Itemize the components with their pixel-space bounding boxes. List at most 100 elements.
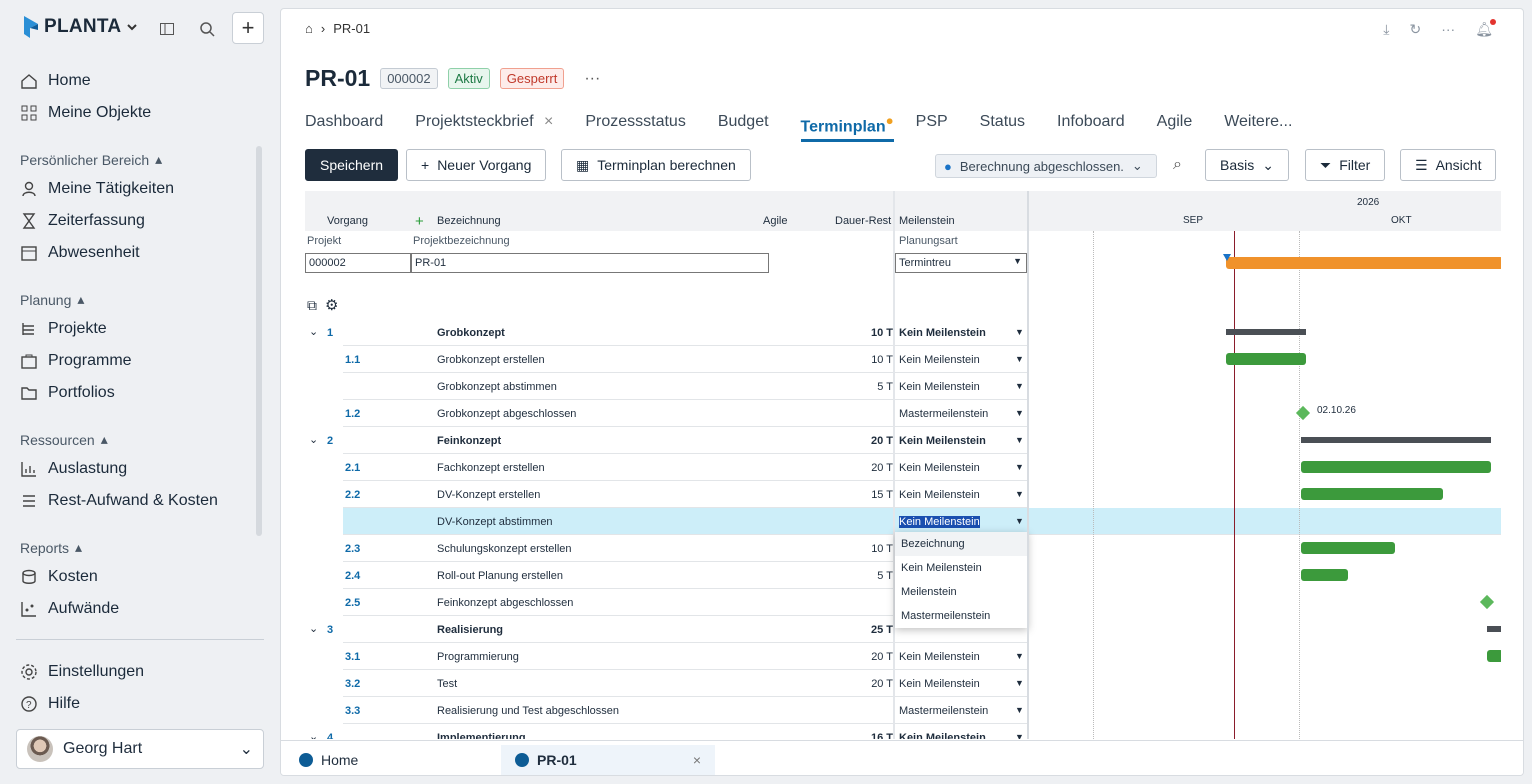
view-button[interactable]: ☰ Ansicht [1400,149,1497,181]
table-row[interactable]: 3.1 Programmierung 20 T Kein Meilenstein ▼ [343,643,1027,670]
col-dauer[interactable]: Dauer-Rest [835,215,891,227]
table-row[interactable]: ⌄ 2 Feinkonzept 20 T Kein Meilenstein ▼ [309,427,1027,454]
copy-icon[interactable]: ⧉ [307,297,317,314]
caret-down-icon[interactable]: ▼ [1015,489,1024,499]
nav-einstellungen[interactable]: Einstellungen [20,658,144,686]
close-icon[interactable]: × [544,113,553,130]
nav-auslastung[interactable]: Auslastung [20,455,127,483]
table-row[interactable]: 1.1 Grobkonzept erstellen 10 T Kein Meilens… [343,346,1027,373]
nav-meine-objekte[interactable]: Meine Objekte [20,99,151,127]
caret-down-icon[interactable]: ▼ [1015,705,1024,715]
save-button[interactable]: Speichern [305,149,399,181]
task-bar[interactable] [1301,461,1491,473]
home-icon[interactable]: ⌂ [305,21,313,36]
collapse-icon[interactable]: ⌄ [309,622,318,635]
bell-icon[interactable]: 🔔︎ [1475,19,1496,38]
option-meilenstein[interactable]: Meilenstein [895,580,1028,604]
task-bar[interactable] [1301,542,1395,554]
calc-status[interactable]: ● Berechnung abgeschlossen. ⌄ [935,154,1157,178]
sidebar-toggle-icon[interactable] [152,14,182,44]
caret-down-icon[interactable]: ▼ [1015,678,1024,688]
table-row[interactable]: ⌄ 4 Implementierung 16 T Kein Meilenstein ▼ [309,724,1027,739]
col-bezeichnung[interactable]: Bezeichnung [437,215,501,227]
refresh-icon[interactable]: ↻ [1409,21,1421,38]
caret-down-icon[interactable]: ▼ [1015,516,1024,526]
bottom-tab-home[interactable]: Home [285,745,372,775]
nav-projekte[interactable]: Projekte [20,315,107,343]
caret-down-icon[interactable]: ▼ [1015,651,1024,661]
new-task-button[interactable]: + Neuer Vorgang [406,149,547,181]
collapse-icon[interactable]: ⌄ [309,433,318,446]
caret-down-icon[interactable]: ▼ [1015,327,1024,337]
task-bar[interactable] [1301,569,1348,581]
task-bar[interactable] [1301,488,1443,500]
table-row[interactable]: ⌄ 1 Grobkonzept 10 T Kein Meilenstein ▼ [309,319,1027,346]
nav-abwesenheit[interactable]: Abwesenheit [20,239,140,267]
section-planung[interactable]: Planung ▴ [20,291,84,308]
projekt-field[interactable]: 000002 [305,253,411,273]
table-row[interactable]: 2.1 Fachkonzept erstellen 20 T Kein Meilens… [343,454,1027,481]
tab-budget[interactable]: Budget [718,113,769,142]
tab-projektsteckbrief[interactable]: Projektsteckbrief × [415,113,553,142]
collapse-icon[interactable]: ⌄ [309,325,318,338]
tab-agile[interactable]: Agile [1157,113,1193,142]
user-menu[interactable]: Georg Hart ⌄ [16,729,264,769]
table-row[interactable]: Grobkonzept abstimmen 5 T Kein Meilenstein… [343,373,1027,400]
option-kein-meilenstein[interactable]: Kein Meilenstein [895,556,1028,580]
more-icon[interactable]: ··· [584,70,600,88]
calculate-button[interactable]: ▦ Terminplan berechnen [561,149,751,181]
caret-down-icon[interactable]: ▼ [1015,408,1024,418]
table-row[interactable]: 3.3 Realisierung und Test abgeschlossen Ma… [343,697,1027,724]
search-icon[interactable]: ⌕ [1173,156,1182,174]
milestone-marker[interactable] [1479,594,1495,610]
caret-down-icon[interactable]: ▼ [1015,462,1024,472]
create-button[interactable]: + [232,12,264,44]
close-icon[interactable]: × [693,752,701,768]
bottom-tab-pr01[interactable]: PR-01 × [501,745,715,775]
col-vorgang[interactable]: Vorgang [327,215,368,227]
nav-rest-aufwand[interactable]: Rest-Aufwand & Kosten [20,487,218,515]
section-persoenlich[interactable]: Persönlicher Bereich ▴ [20,151,162,168]
caret-down-icon[interactable]: ▼ [1015,381,1024,391]
summary-bar[interactable] [1487,626,1501,632]
project-bar[interactable] [1226,257,1501,269]
breadcrumb-current[interactable]: PR-01 [333,21,370,36]
tab-infoboard[interactable]: Infoboard [1057,113,1125,142]
section-ressourcen[interactable]: Ressourcen ▴ [20,431,108,448]
tab-prozessstatus[interactable]: Prozessstatus [585,113,685,142]
settings-icon[interactable]: ⚙ [325,296,338,314]
projektbezeichnung-field[interactable]: PR-01 [411,253,769,273]
nav-portfolios[interactable]: Portfolios [20,379,115,407]
tab-dashboard[interactable]: Dashboard [305,113,383,142]
table-row[interactable]: 2.2 DV-Konzept erstellen 15 T Kein Meilenst… [343,481,1027,508]
caret-down-icon[interactable]: ▼ [1015,354,1024,364]
nav-programme[interactable]: Programme [20,347,132,375]
planta-logo[interactable]: PLANTA [22,14,139,40]
tab-psp[interactable]: PSP [916,113,948,142]
section-reports[interactable]: Reports ▴ [20,539,82,556]
nav-kosten[interactable]: Kosten [20,563,98,591]
nav-taetigkeiten[interactable]: Meine Tätigkeiten [20,175,174,203]
filter-button[interactable]: ⏷ Filter [1305,149,1386,181]
col-meilenstein[interactable]: Meilenstein [899,215,955,227]
nav-hilfe[interactable]: ? Hilfe [20,690,80,718]
option-mastermeilenstein[interactable]: Mastermeilenstein [895,604,1028,628]
basis-dropdown[interactable]: Basis ⌄ [1205,149,1289,181]
download-icon[interactable]: ⤓ [1383,21,1389,38]
tab-status[interactable]: Status [980,113,1025,142]
nav-zeiterfassung[interactable]: Zeiterfassung [20,207,145,235]
table-row[interactable]: 1.2 Grobkonzept abgeschlossen Mastermeilen… [343,400,1027,427]
nav-aufwaende[interactable]: Aufwände [20,595,119,623]
caret-down-icon[interactable]: ▼ [1015,732,1024,739]
summary-bar[interactable] [1301,437,1491,443]
caret-down-icon[interactable]: ▼ [1015,435,1024,445]
add-icon[interactable]: + [415,213,424,230]
nav-home[interactable]: Home [20,67,91,95]
task-bar[interactable] [1487,650,1501,662]
planungsart-select[interactable]: Termintreu ▼ [895,253,1027,273]
tab-weitere[interactable]: Weitere... [1224,113,1292,142]
table-row[interactable]: 3.2 Test 20 T Kein Meilenstein ▼ [343,670,1027,697]
chevron-down-icon[interactable] [125,20,139,34]
search-icon[interactable] [192,14,222,44]
col-agile[interactable]: Agile [763,215,787,227]
